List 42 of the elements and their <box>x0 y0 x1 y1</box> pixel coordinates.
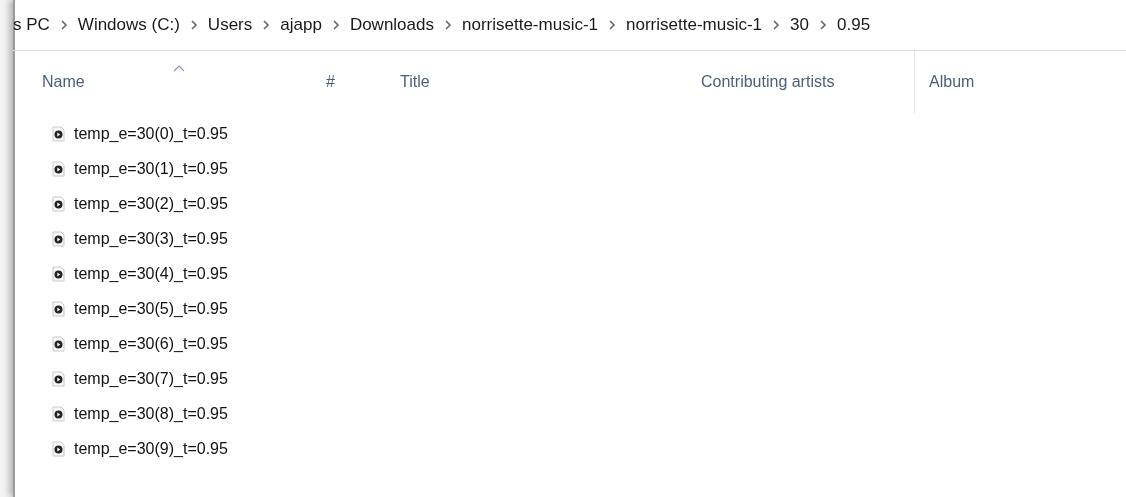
file-name[interactable]: temp_e=30(4)_t=0.95 <box>74 264 228 283</box>
audio-file-icon <box>52 265 65 282</box>
breadcrumb-item[interactable]: s PC <box>13 15 50 35</box>
column-header[interactable]: Album <box>929 73 975 91</box>
chevron-icon[interactable] <box>444 20 452 30</box>
breadcrumb-item[interactable]: Downloads <box>349 15 434 35</box>
audio-file-icon <box>52 230 65 247</box>
column-header[interactable]: Name <box>42 73 85 91</box>
column-header[interactable]: Title <box>400 73 430 91</box>
breadcrumb-item[interactable]: norrisette-music-1 <box>462 15 599 35</box>
breadcrumb-item[interactable]: Windows (C:) <box>77 15 180 35</box>
audio-file-icon <box>52 160 65 177</box>
audio-file-icon <box>52 195 65 212</box>
chevron-icon[interactable] <box>59 20 68 30</box>
file-name[interactable]: temp_e=30(9)_t=0.95 <box>74 439 228 458</box>
breadcrumb-item[interactable]: ajapp <box>280 15 322 35</box>
chevron-icon[interactable] <box>772 20 781 30</box>
breadcrumb-item[interactable]: 30 <box>790 15 809 35</box>
audio-file-icon <box>52 440 65 457</box>
breadcrumb-item[interactable]: 0.95 <box>837 15 871 35</box>
chevron-icon[interactable] <box>608 20 617 30</box>
file-name[interactable]: temp_e=30(7)_t=0.95 <box>74 369 228 388</box>
file-name[interactable]: temp_e=30(6)_t=0.95 <box>74 334 228 353</box>
chevron-icon[interactable] <box>331 20 340 30</box>
audio-file-icon <box>52 370 65 387</box>
breadcrumb-item[interactable]: Users <box>207 15 253 35</box>
audio-file-icon <box>52 125 65 142</box>
audio-file-icon <box>52 335 65 352</box>
audio-file-icon <box>52 405 65 422</box>
file-name[interactable]: temp_e=30(1)_t=0.95 <box>74 159 228 178</box>
file-name[interactable]: temp_e=30(2)_t=0.95 <box>74 194 228 213</box>
chevron-icon[interactable] <box>189 20 198 30</box>
file-name[interactable]: temp_e=30(8)_t=0.95 <box>74 404 228 423</box>
file-name[interactable]: temp_e=30(5)_t=0.95 <box>74 299 228 318</box>
file-name[interactable]: temp_e=30(3)_t=0.95 <box>74 229 228 248</box>
chevron-icon[interactable] <box>262 20 271 30</box>
column-header[interactable]: # <box>326 73 335 91</box>
audio-file-icon <box>52 300 65 317</box>
column-header[interactable]: Contributing artists <box>701 73 835 91</box>
breadcrumb-item[interactable]: norrisette-music-1 <box>626 15 763 35</box>
file-name[interactable]: temp_e=30(0)_t=0.95 <box>74 124 228 143</box>
chevron-icon[interactable] <box>819 20 827 30</box>
